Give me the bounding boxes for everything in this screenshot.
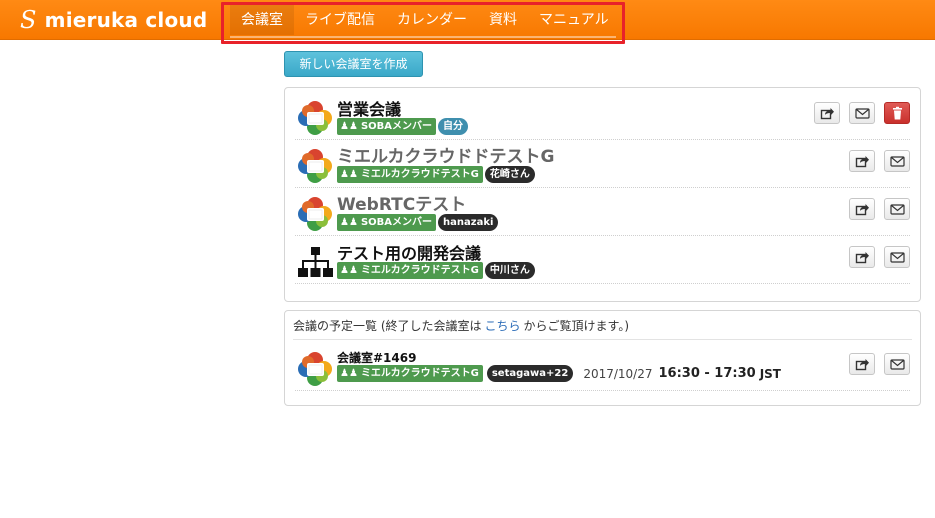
create-room-button[interactable]: 新しい会議室を作成: [284, 51, 423, 77]
room-row[interactable]: ミエルカクラウドドテストG ♟♟ ミエルカクラウドテストG 花崎さん: [295, 140, 910, 188]
schedule-header: 会議の予定一覧 (終了した会議室は こちら からご覧頂けます。): [293, 317, 629, 334]
room-tags: ♟♟ SOBAメンバー 自分: [337, 118, 469, 135]
group-tag: ♟♟ ミエルカクラウドテストG: [337, 262, 483, 279]
room-tags: ♟♟ ミエルカクラウドテストG 中川さん: [337, 262, 535, 279]
invite-mail-button[interactable]: [884, 246, 910, 268]
room-title[interactable]: ミエルカクラウドドテストG: [337, 142, 554, 167]
share-icon: [855, 358, 870, 371]
group-tag-label: ミエルカクラウドテストG: [360, 265, 479, 276]
share-icon: [855, 251, 870, 264]
mail-icon: [889, 252, 905, 263]
owner-tag: 自分: [438, 118, 469, 135]
share-icon: [820, 107, 835, 120]
brand-name: mieruka cloud: [44, 8, 208, 32]
schedule-row[interactable]: 会議室#1469 ♟♟ ミエルカクラウドテストG setagawa+22 2017…: [295, 343, 910, 391]
room-row[interactable]: テスト用の開発会議 ♟♟ ミエルカクラウドテストG 中川さん: [295, 236, 910, 284]
trash-icon: [892, 106, 902, 120]
share-icon: [855, 203, 870, 216]
schedule-time: 16:30 - 17:30: [658, 366, 756, 381]
brand[interactable]: S mieruka cloud: [20, 6, 207, 34]
share-button[interactable]: [849, 353, 875, 375]
invite-mail-button[interactable]: [884, 150, 910, 172]
room-title[interactable]: テスト用の開発会議: [337, 240, 481, 264]
schedule-tags: ♟♟ ミエルカクラウドテストG setagawa+22 2017/10/27 16…: [337, 365, 781, 382]
users-icon: ♟♟: [340, 368, 358, 379]
users-icon: ♟♟: [340, 121, 358, 132]
delete-room-button[interactable]: [884, 102, 910, 124]
room-title[interactable]: 営業会議: [337, 96, 401, 120]
webrtc-logo-icon: [297, 196, 333, 232]
mail-icon: [889, 359, 905, 370]
schedule-actions: [840, 353, 910, 375]
invite-mail-button[interactable]: [849, 102, 875, 124]
group-tag: ♟♟ SOBAメンバー: [337, 214, 437, 231]
owner-tag: setagawa+22: [486, 365, 574, 382]
group-tag: ♟♟ SOBAメンバー: [337, 118, 437, 135]
room-row[interactable]: 営業会議 ♟♟ SOBAメンバー 自分: [295, 92, 910, 140]
share-icon: [855, 155, 870, 168]
group-tag: ♟♟ ミエルカクラウドテストG: [337, 365, 483, 382]
group-tag: ♟♟ ミエルカクラウドテストG: [337, 166, 483, 183]
group-tag-label: ミエルカクラウドテストG: [360, 368, 479, 379]
share-button[interactable]: [849, 150, 875, 172]
owner-tag: 花崎さん: [484, 166, 535, 183]
room-title[interactable]: WebRTCテスト: [337, 190, 466, 215]
room-actions: [840, 246, 910, 268]
room-tags: ♟♟ ミエルカクラウドテストG 花崎さん: [337, 166, 535, 183]
webrtc-logo-icon: [297, 351, 333, 387]
share-button[interactable]: [849, 198, 875, 220]
schedule-header-text: 会議の予定一覧 (終了した会議室は: [293, 319, 482, 333]
users-icon: ♟♟: [340, 265, 358, 276]
brand-logo-icon: S: [20, 6, 37, 34]
schedule-panel: 会議の予定一覧 (終了した会議室は こちら からご覧頂けます。) 会議室#1469 …: [284, 310, 921, 406]
mail-icon: [854, 108, 870, 119]
owner-tag: hanazaki: [438, 214, 499, 231]
room-actions: [840, 198, 910, 220]
nav-highlight-box: [221, 2, 625, 44]
share-button[interactable]: [814, 102, 840, 124]
ended-rooms-link[interactable]: こちら: [485, 319, 521, 333]
room-row[interactable]: WebRTCテスト ♟♟ SOBAメンバー hanazaki: [295, 188, 910, 236]
share-button[interactable]: [849, 246, 875, 268]
users-icon: ♟♟: [340, 169, 358, 180]
divider: [293, 339, 912, 340]
rooms-panel: 営業会議 ♟♟ SOBAメンバー 自分 ミエルカクラウドドテストG ♟♟ ミエルカク…: [284, 87, 921, 302]
group-tag-label: SOBAメンバー: [360, 217, 433, 228]
group-tag-label: SOBAメンバー: [360, 121, 433, 132]
room-actions: [840, 150, 910, 172]
invite-mail-button[interactable]: [884, 353, 910, 375]
users-icon: ♟♟: [340, 217, 358, 228]
owner-tag: 中川さん: [484, 262, 535, 279]
schedule-header-suffix: からご覧頂けます。): [523, 319, 629, 333]
room-actions: [805, 102, 910, 124]
schedule-timezone: JST: [759, 366, 781, 381]
schedule-title[interactable]: 会議室#1469: [337, 349, 416, 366]
mail-icon: [889, 156, 905, 167]
invite-mail-button[interactable]: [884, 198, 910, 220]
org-chart-icon: [298, 247, 333, 277]
mail-icon: [889, 204, 905, 215]
webrtc-logo-icon: [297, 100, 333, 136]
room-tags: ♟♟ SOBAメンバー hanazaki: [337, 214, 499, 231]
schedule-date: 2017/10/27: [583, 366, 653, 381]
webrtc-logo-icon: [297, 148, 333, 184]
group-tag-label: ミエルカクラウドテストG: [360, 169, 479, 180]
